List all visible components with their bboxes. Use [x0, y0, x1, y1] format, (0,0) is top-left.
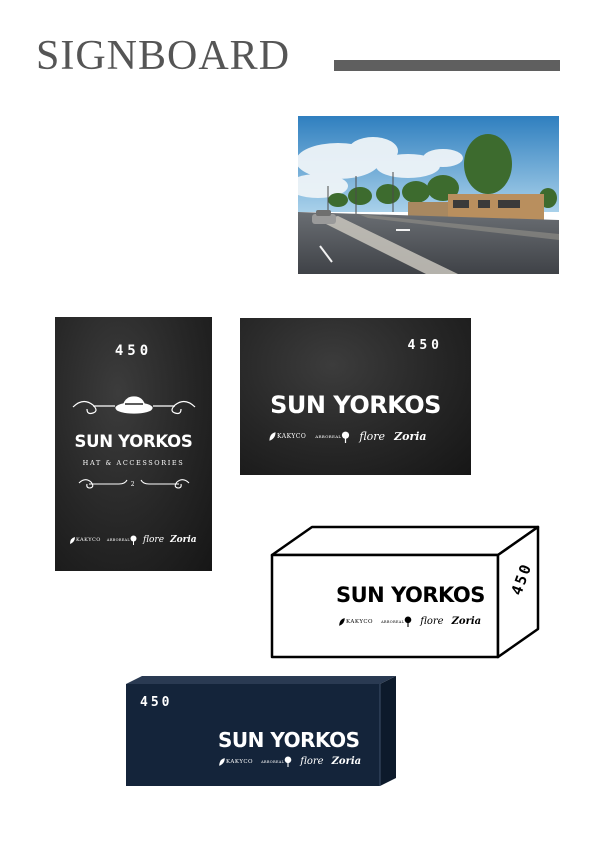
tree-icon [130, 535, 137, 545]
tree-icon [342, 431, 350, 443]
kakyco-logo: KAKYCO [218, 757, 253, 767]
car-icon [312, 210, 336, 224]
kakyco-logo: KAKYCO [338, 617, 373, 627]
leaf-icon [70, 536, 75, 544]
arboreal-logo: ARBOREAL [381, 616, 412, 627]
box-brand: SUN YORKOS [336, 583, 485, 607]
street-photo [298, 116, 559, 274]
page-title: SIGNBOARD [36, 33, 291, 79]
sign-number: 450 [114, 343, 153, 359]
kakyco-logo: KAKYCO [69, 536, 101, 545]
leaf-icon [269, 432, 276, 441]
title-rule [334, 60, 560, 71]
street-scene-image [298, 116, 559, 274]
box-partner-logos: KAKYCO ARBOREAL flore Zoria [338, 616, 481, 627]
hat-ornament-icon [72, 396, 196, 415]
zoria-logo: Zoria [451, 616, 482, 627]
partner-logos: KAKYCO ARBOREAL flore Zoria [268, 430, 427, 443]
navy-brand: SUN YORKOS [218, 728, 360, 752]
flore-logo: flore [300, 756, 324, 767]
zoria-logo: Zoria [394, 430, 427, 443]
tree-icon [404, 616, 412, 627]
arboreal-logo: ARBOREAL [315, 431, 350, 443]
flore-logo: flore [143, 535, 165, 545]
tree-icon [284, 756, 292, 767]
flore-logo: flore [359, 430, 386, 443]
partner-logos: KAKYCO ARBOREAL flore Zoria [69, 535, 197, 545]
flore-logo: flore [420, 616, 444, 627]
navy-partner-logos: KAKYCO ARBOREAL flore Zoria [218, 756, 361, 767]
arboreal-logo: ARBOREAL [107, 535, 137, 545]
sign-horizontal: 450 SUN YORKOS KAKYCO ARBOREAL flore Zor… [240, 318, 471, 475]
navy-number: 450 [140, 695, 173, 710]
arboreal-logo: ARBOREAL [261, 756, 292, 767]
sign-brand: SUN YORKOS [74, 432, 193, 451]
ornament-number: 2 [130, 481, 137, 488]
sign-number: 450 [407, 338, 443, 353]
sign-brand: SUN YORKOS [270, 391, 441, 419]
kakyco-logo: KAKYCO [268, 431, 306, 442]
leaf-icon [219, 757, 225, 766]
zoria-logo: Zoria [331, 756, 362, 767]
zoria-logo: Zoria [170, 535, 197, 545]
sign-vertical: 450 SUN YORKOS HAT & ACCESSORIES 2 KAKYC… [55, 317, 212, 571]
sign-tagline: HAT & ACCESSORIES [82, 459, 185, 467]
leaf-icon [339, 617, 345, 626]
